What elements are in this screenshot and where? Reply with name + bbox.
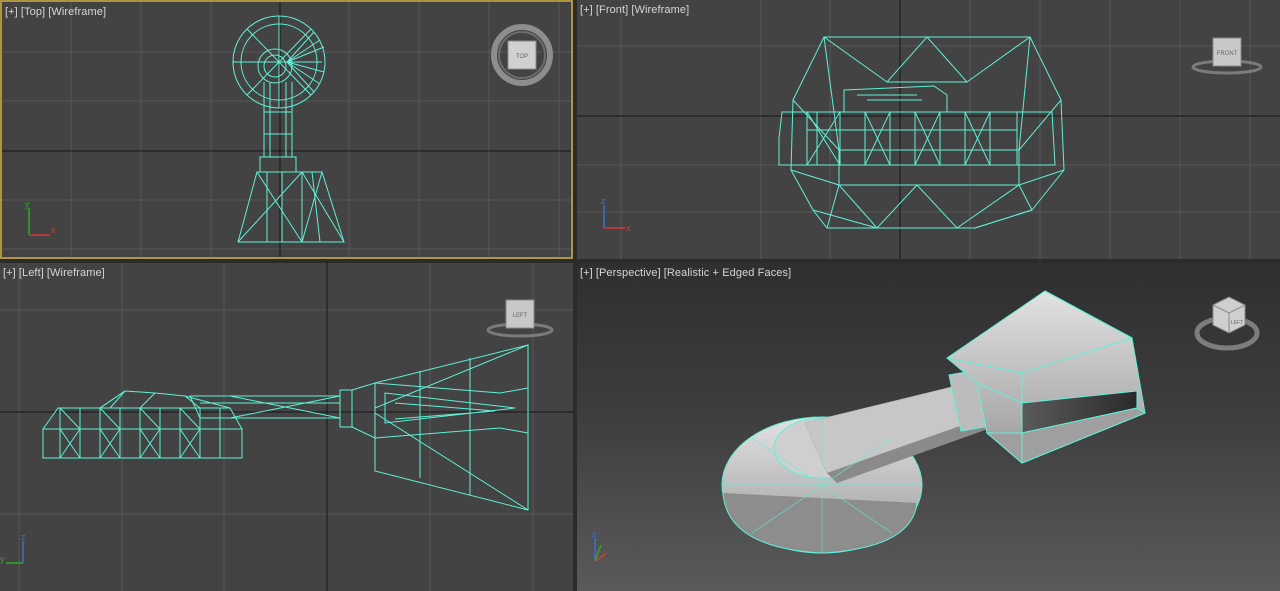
perspective-shaded-model (721, 290, 1147, 554)
viewport-left[interactable]: z y LEFT [+] [Left] [Wireframe] (0, 263, 573, 591)
viewcube-front[interactable]: FRONT (1191, 37, 1263, 75)
axis-tripod (603, 205, 625, 229)
left-viewport-menu[interactable]: [+] (3, 267, 16, 279)
front-viewport-menu[interactable]: [+] (580, 4, 593, 16)
viewcube-perspective[interactable]: LEFT (1194, 296, 1260, 351)
axis-y-label: y (25, 199, 30, 209)
viewport-front[interactable]: z x FRONT [+] [Front] [Wireframe] (577, 0, 1280, 259)
grid (0, 263, 573, 591)
viewcube-top-label: TOP (516, 54, 528, 60)
top-viewport-view[interactable]: [Top] (21, 6, 45, 18)
viewport-perspective[interactable]: z LEFT [+] [Perspective] [Realistic + Edge… (577, 263, 1280, 591)
axis-tripod (28, 208, 50, 236)
top-viewport-shading[interactable]: [Wireframe] (48, 6, 106, 18)
front-wireframe-model (778, 36, 1065, 229)
viewcube-left[interactable]: LEFT (486, 299, 554, 338)
axis-x-label: x (626, 223, 631, 233)
viewcube-front-label: FRONT (1217, 51, 1238, 57)
top-wireframe-model (232, 15, 345, 243)
top-viewport-menu[interactable]: [+] (5, 6, 18, 18)
perspective-viewport-label: [+] [Perspective] [Realistic + Edged Faces… (580, 267, 791, 279)
viewport-top[interactable]: y x TOP [+] [Top] [Wireframe] (0, 0, 573, 259)
front-viewport-scene: z x FRONT (577, 0, 1280, 259)
viewcube-top[interactable]: TOP (491, 24, 553, 86)
perspective-viewport-shading[interactable]: [Realistic + Edged Faces] (664, 267, 792, 279)
left-wireframe-model (42, 344, 529, 511)
top-viewport-label: [+] [Top] [Wireframe] (5, 6, 106, 18)
axis-tripod (6, 541, 24, 564)
axis-z-label: z (592, 529, 597, 539)
axis-z-label: z (601, 196, 606, 206)
viewcube-left-label: LEFT (513, 313, 528, 319)
perspective-viewport-view[interactable]: [Perspective] (596, 267, 661, 279)
axis-y-label: y (0, 554, 5, 564)
left-viewport-view[interactable]: [Left] (19, 267, 44, 279)
front-viewport-view[interactable]: [Front] (596, 4, 629, 16)
left-viewport-shading[interactable]: [Wireframe] (47, 267, 105, 279)
axis-tripod (594, 538, 608, 562)
viewcube-perspective-label: LEFT (1231, 320, 1243, 326)
top-viewport-scene: y x TOP (2, 2, 571, 257)
front-viewport-label: [+] [Front] [Wireframe] (580, 4, 689, 16)
perspective-viewport-scene: z LEFT (592, 290, 1260, 562)
grid (2, 2, 571, 257)
perspective-viewport-menu[interactable]: [+] (580, 267, 593, 279)
axis-x-label: x (51, 225, 56, 235)
left-viewport-label: [+] [Left] [Wireframe] (3, 267, 105, 279)
front-viewport-shading[interactable]: [Wireframe] (631, 4, 689, 16)
left-viewport-scene: z y LEFT (0, 263, 573, 591)
axis-z-label: z (21, 532, 26, 542)
